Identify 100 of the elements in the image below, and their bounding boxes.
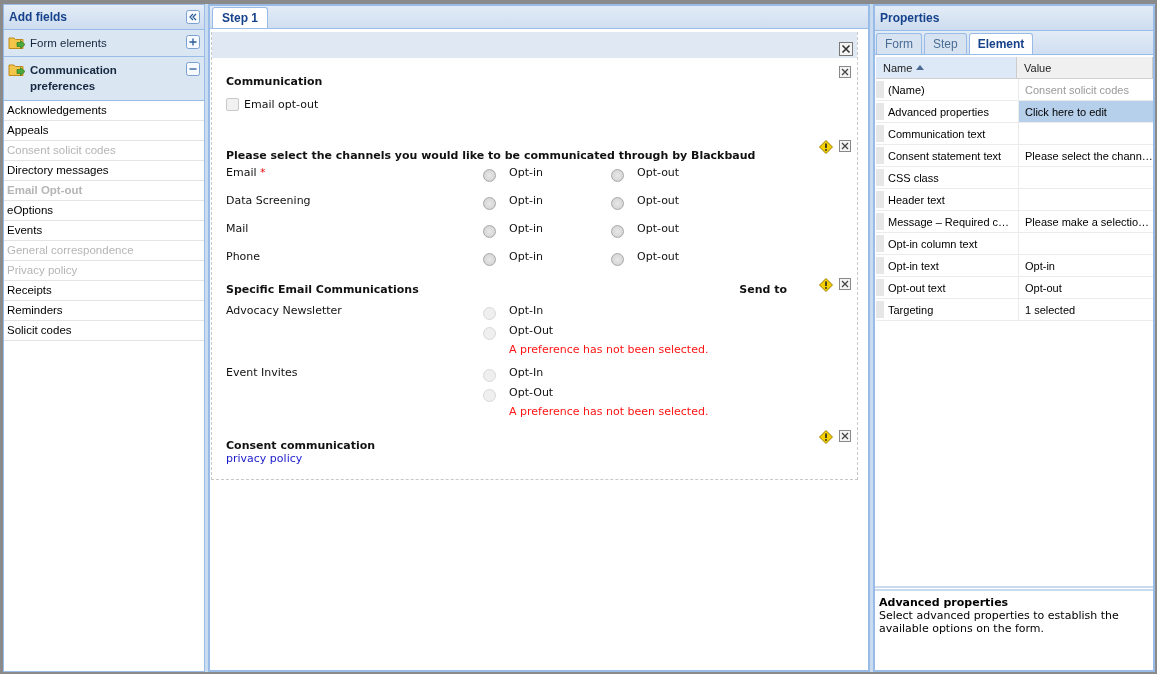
field-item[interactable]: eOptions (4, 201, 204, 221)
property-value[interactable]: Opt-in (1019, 255, 1153, 276)
radio-label: Opt-in (509, 250, 543, 265)
row-handle[interactable] (876, 81, 884, 98)
radio-label: Opt-out (637, 222, 680, 237)
radio-label: Opt-in (509, 222, 543, 237)
radio-label: Opt-In (509, 366, 544, 380)
required-mark: * (260, 166, 266, 179)
panel-title: Properties (880, 11, 940, 25)
radio-label: Opt-in (509, 194, 543, 209)
property-name: Targeting (886, 299, 1019, 320)
radio-label: Opt-Out (509, 386, 554, 400)
property-name: (Name) (886, 79, 1019, 100)
radio-button[interactable] (483, 253, 496, 266)
property-name: Consent statement text (886, 145, 1019, 166)
radio-label: Opt-Out (509, 324, 554, 338)
checkbox-label: Email opt-out (244, 98, 319, 111)
radio-button[interactable] (611, 197, 624, 210)
field-label: Event Invites (226, 366, 299, 381)
field-item[interactable]: Directory messages (4, 161, 204, 181)
warning-icon[interactable] (819, 430, 833, 444)
row-handle[interactable] (876, 191, 884, 208)
property-name: Message – Required c… (886, 211, 1019, 232)
property-value[interactable]: Opt-out (1019, 277, 1153, 298)
field-item[interactable]: Events (4, 221, 204, 241)
row-handle[interactable] (876, 301, 884, 318)
minus-icon[interactable] (186, 62, 200, 76)
tab[interactable]: Form (876, 33, 922, 54)
row-handle[interactable] (876, 125, 884, 142)
warning-icon[interactable] (819, 278, 833, 292)
radio-label: Opt-out (637, 250, 680, 265)
column-header[interactable]: Value (1017, 57, 1153, 78)
privacy-policy-link[interactable]: privacy policy (226, 452, 303, 465)
tab[interactable]: Step (924, 33, 967, 54)
description-text: Select advanced properties to establish the available options on the form. (879, 609, 1120, 635)
sort-ascending-icon (916, 65, 925, 70)
accordion-header[interactable]: Communication preferences (4, 57, 204, 101)
panel-title: Add fields (9, 10, 67, 24)
field-label: Data Screening (226, 194, 312, 207)
column-header[interactable]: Name (876, 57, 1017, 78)
field-label: Email * (226, 166, 267, 179)
tab[interactable]: Element (968, 33, 1034, 54)
plus-icon[interactable] (186, 35, 200, 49)
checkbox[interactable] (226, 98, 239, 111)
row-handle[interactable] (876, 147, 884, 164)
property-value[interactable]: Please make a selectio… (1019, 211, 1153, 232)
field-item[interactable]: Appeals (4, 121, 204, 141)
section-title: Specific Email Communications (226, 283, 420, 296)
folder-icon (8, 36, 26, 50)
radio-button[interactable] (611, 169, 624, 182)
radio-label: Opt-out (637, 194, 680, 209)
close-icon[interactable] (839, 278, 851, 290)
radio-label: Opt-In (509, 304, 544, 318)
radio-label: Opt-out (637, 166, 680, 181)
field-item[interactable]: Solicit codes (4, 321, 204, 341)
radio-button[interactable] (483, 197, 496, 210)
field-item[interactable]: Acknowledgements (4, 101, 204, 121)
close-icon[interactable] (839, 430, 851, 442)
property-name: Header text (886, 189, 1019, 210)
row-handle[interactable] (876, 213, 884, 230)
row-handle[interactable] (876, 279, 884, 296)
property-value[interactable]: Click here to edit (1019, 101, 1153, 122)
property-value[interactable]: 1 selected (1019, 299, 1153, 320)
property-name: Communication text (886, 123, 1019, 144)
section-label: Form elements (30, 36, 107, 51)
property-name: CSS class (886, 167, 1019, 188)
radio-label: Opt-in (509, 166, 543, 181)
folder-icon (8, 63, 26, 77)
column-heading: Send to (739, 283, 787, 296)
section-label: Communication preferences (30, 63, 118, 94)
section-title: Please select the channels you would like to be communicated through by Blackbaud (226, 149, 757, 162)
field-item[interactable]: Receipts (4, 281, 204, 301)
description-title: Advanced properties (879, 596, 1010, 609)
field-label: Advocacy Newsletter (226, 304, 343, 319)
tab[interactable]: Step 1 (212, 7, 268, 28)
close-icon[interactable] (839, 140, 851, 152)
radio-button[interactable] (611, 225, 624, 238)
error-message: A preference has not been selected. (508, 343, 709, 356)
property-value[interactable]: Please select the chann… (1019, 145, 1153, 166)
radio-button[interactable] (483, 169, 496, 182)
property-name: Opt-in column text (886, 233, 1019, 254)
error-message: A preference has not been selected. (508, 405, 709, 418)
radio-button[interactable] (611, 253, 624, 266)
property-name: Opt-in text (886, 255, 1019, 276)
collapse-icon[interactable] (186, 10, 200, 24)
close-icon[interactable] (839, 42, 853, 56)
field-item[interactable]: Reminders (4, 301, 204, 321)
row-handle[interactable] (876, 235, 884, 252)
radio-button[interactable] (483, 225, 496, 238)
field-label: Mail (226, 222, 250, 235)
row-handle[interactable] (876, 257, 884, 274)
row-handle[interactable] (876, 169, 884, 186)
property-name: Opt-out text (886, 277, 1019, 298)
row-handle[interactable] (876, 103, 884, 120)
section-title: Consent communication (226, 439, 377, 452)
accordion-header[interactable]: Form elements (4, 30, 204, 57)
section-title: Communication (226, 75, 324, 88)
close-icon[interactable] (839, 66, 851, 78)
field-label: Phone (226, 250, 262, 263)
warning-icon[interactable] (819, 140, 833, 154)
